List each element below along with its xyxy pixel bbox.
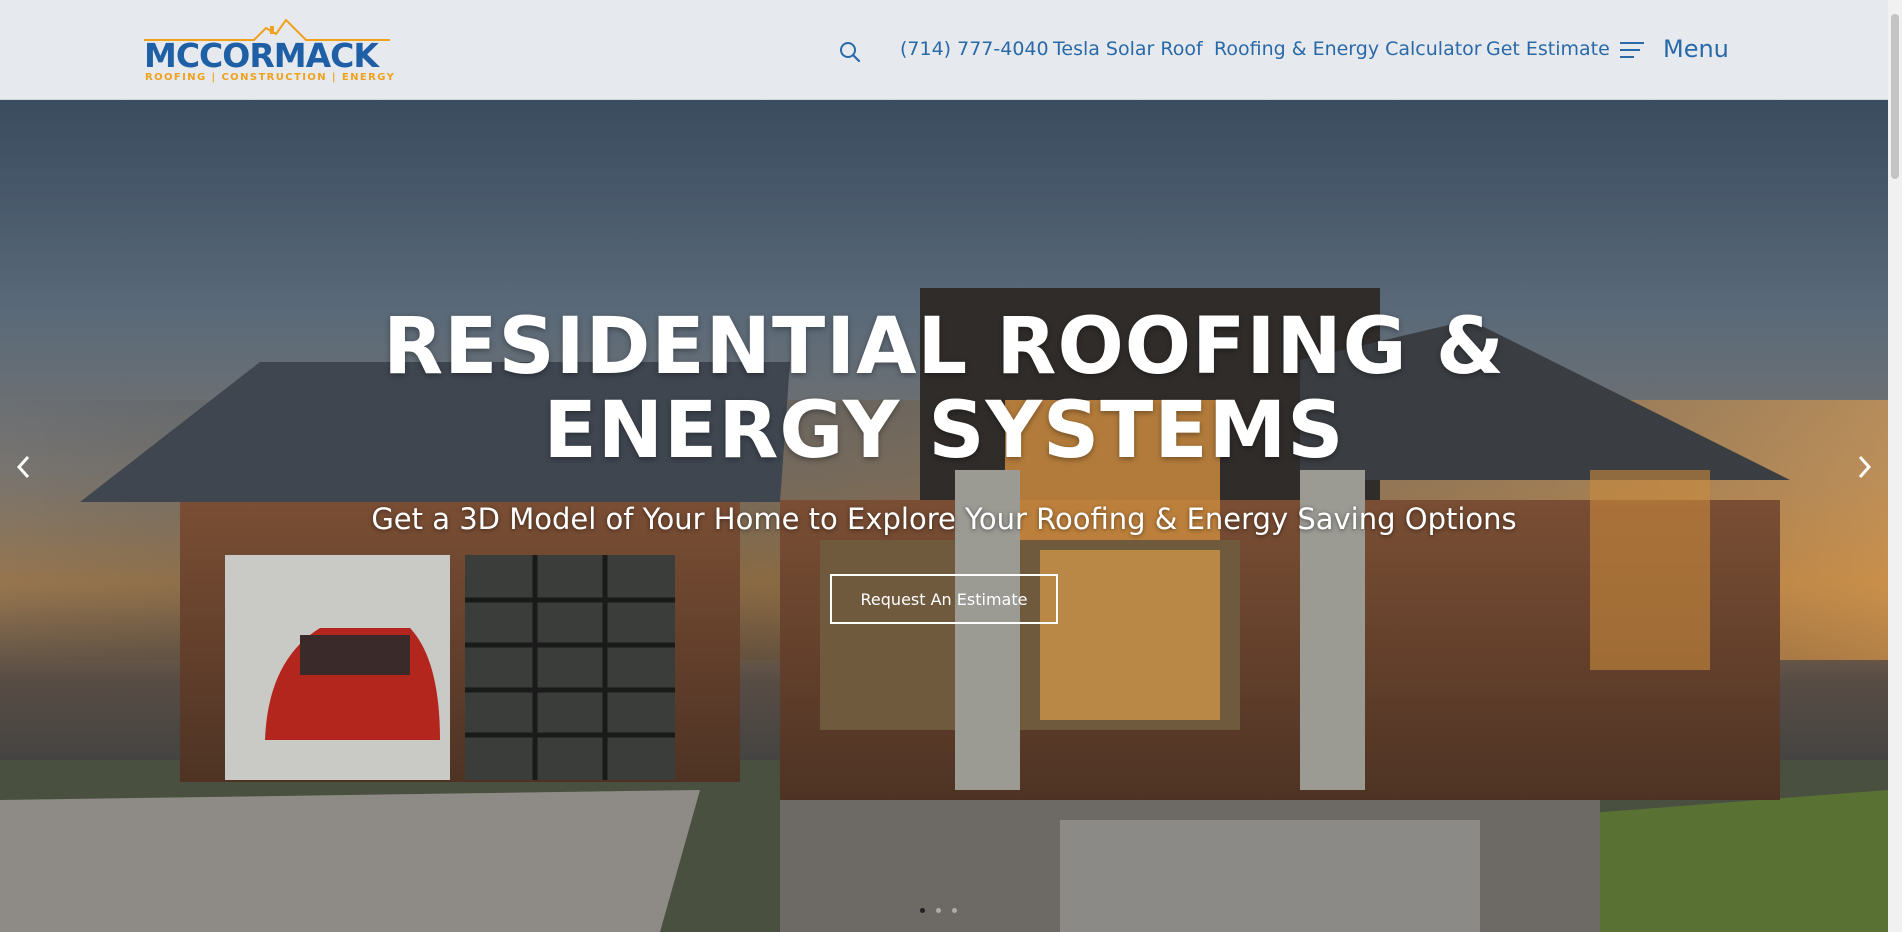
menu-button[interactable]: Menu — [1663, 35, 1729, 63]
nav-get-estimate[interactable]: Get Estimate — [1486, 38, 1610, 60]
scrollbar-thumb[interactable] — [1891, 14, 1899, 179]
nav-tesla-solar-roof[interactable]: Tesla Solar Roof — [1053, 38, 1203, 60]
main-nav: (714) 777-4040 Tesla Solar Roof Roofing … — [0, 38, 1888, 64]
nav-phone-link[interactable]: (714) 777-4040 — [900, 38, 1049, 60]
page-scrollbar[interactable] — [1888, 0, 1902, 932]
slide-dot-3[interactable] — [952, 908, 957, 913]
brand-tagline: ROOFING | CONSTRUCTION | ENERGY — [145, 72, 396, 83]
site-header: MCCORMACK ROOFING | CONSTRUCTION | ENERG… — [0, 0, 1888, 100]
hamburger-icon[interactable] — [1620, 40, 1644, 60]
hero-title: RESIDENTIAL ROOFING & ENERGY SYSTEMS — [0, 305, 1888, 473]
slide-dot-1[interactable] — [920, 908, 925, 913]
hero-subtitle: Get a 3D Model of Your Home to Explore Y… — [371, 502, 1517, 536]
chevron-left-icon[interactable] — [12, 452, 36, 482]
hero-title-line-2: ENERGY SYSTEMS — [543, 386, 1345, 476]
nav-roofing-energy-calculator[interactable]: Roofing & Energy Calculator — [1214, 38, 1482, 60]
slider-pagination — [920, 908, 957, 913]
request-estimate-button[interactable]: Request An Estimate — [830, 574, 1058, 624]
hero-slider: RESIDENTIAL ROOFING & ENERGY SYSTEMS Get… — [0, 100, 1888, 932]
hero-title-line-1: RESIDENTIAL ROOFING & — [383, 302, 1505, 392]
slide-dot-2[interactable] — [936, 908, 941, 913]
chevron-right-icon[interactable] — [1852, 452, 1876, 482]
